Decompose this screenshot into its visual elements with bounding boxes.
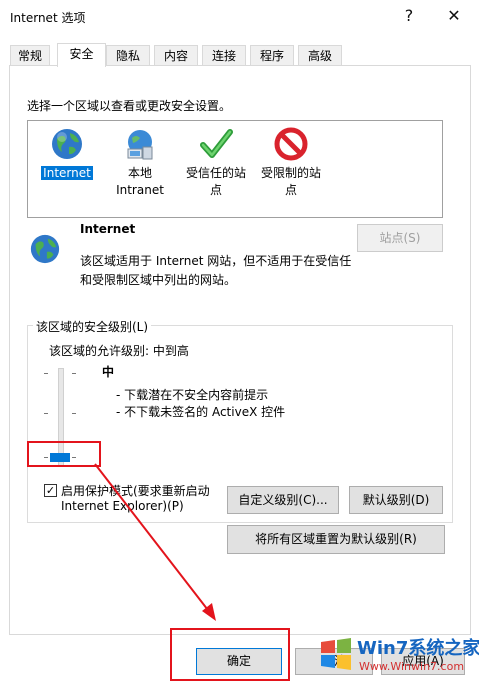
protected-mode-checkbox[interactable]: ✓: [44, 484, 57, 497]
slider-tick: [44, 373, 48, 374]
selected-zone-icon: [29, 233, 61, 268]
globe-icon: [50, 127, 84, 161]
local-intranet-icon: [123, 127, 157, 161]
zone-label-line2: 点: [209, 183, 222, 197]
tab-general[interactable]: 常规: [10, 45, 50, 66]
zone-label-line1: 本地: [127, 166, 152, 180]
watermark: Win7系统之家 Www.Winwin7.com: [315, 630, 479, 685]
allowed-levels-text: 该区域的允许级别: 中到高: [49, 344, 189, 358]
zone-internet[interactable]: Internet: [27, 127, 107, 182]
zone-label: Internet: [41, 166, 93, 180]
globe-icon: [30, 234, 60, 264]
level-bullet: - 不下载未签名的 ActiveX 控件: [116, 405, 286, 419]
zone-local-intranet[interactable]: 本地 Intranet: [100, 127, 180, 199]
prohibited-icon: [274, 127, 308, 161]
tab-advanced[interactable]: 高级: [298, 45, 342, 66]
zone-restricted-sites[interactable]: 受限制的站 点: [251, 127, 331, 199]
slider-tick: [72, 373, 76, 374]
tab-security[interactable]: 安全: [57, 43, 106, 67]
zone-description-line2: 和受限制区域中列出的网站。: [80, 273, 237, 287]
protected-mode-label-line1: 启用保护模式(要求重新启动: [61, 484, 210, 498]
sites-button[interactable]: 站点(S): [357, 224, 443, 252]
tab-content[interactable]: 内容: [154, 45, 198, 66]
default-level-button[interactable]: 默认级别(D): [349, 486, 443, 514]
watermark-url: Www.Winwin7.com: [359, 660, 465, 673]
watermark-logo-text: Win7系统之家: [357, 638, 479, 659]
slider-highlight-box: [27, 441, 101, 467]
help-button[interactable]: ?: [389, 4, 429, 28]
level-bullet: - 下载潜在不安全内容前提示: [116, 388, 269, 402]
security-level-label: 该区域的安全级别(L): [33, 318, 152, 335]
level-name: 中: [102, 365, 115, 379]
tab-connections[interactable]: 连接: [202, 45, 246, 66]
window-title: Internet 选项: [10, 11, 86, 25]
ok-highlight-box: [170, 628, 290, 681]
zone-list: Internet 本地 Intranet 受信任的站 点 受限制的站 点: [27, 120, 443, 218]
zone-label-line2: 点: [284, 183, 297, 197]
zone-description-line1: 该区域适用于 Internet 网站，但不适用于在受信任: [80, 254, 352, 268]
zone-label-line1: 受限制的站: [260, 166, 321, 180]
slider-tick: [44, 413, 48, 414]
slider-tick: [72, 413, 76, 414]
zone-label-line1: 受信任的站: [185, 166, 246, 180]
custom-level-button[interactable]: 自定义级别(C)...: [227, 486, 339, 514]
zone-trusted-sites[interactable]: 受信任的站 点: [176, 127, 256, 199]
zone-label-line2: Intranet: [116, 183, 164, 197]
zone-instruction: 选择一个区域以查看或更改安全设置。: [27, 99, 232, 113]
close-button[interactable]: ✕: [434, 4, 474, 28]
reset-all-zones-button[interactable]: 将所有区域重置为默认级别(R): [227, 525, 445, 554]
checkmark-icon: [199, 127, 233, 161]
tab-privacy[interactable]: 隐私: [106, 45, 150, 66]
selected-zone-title: Internet: [80, 222, 136, 236]
protected-mode-label-line2: Internet Explorer)(P): [61, 499, 184, 513]
tab-programs[interactable]: 程序: [250, 45, 294, 66]
